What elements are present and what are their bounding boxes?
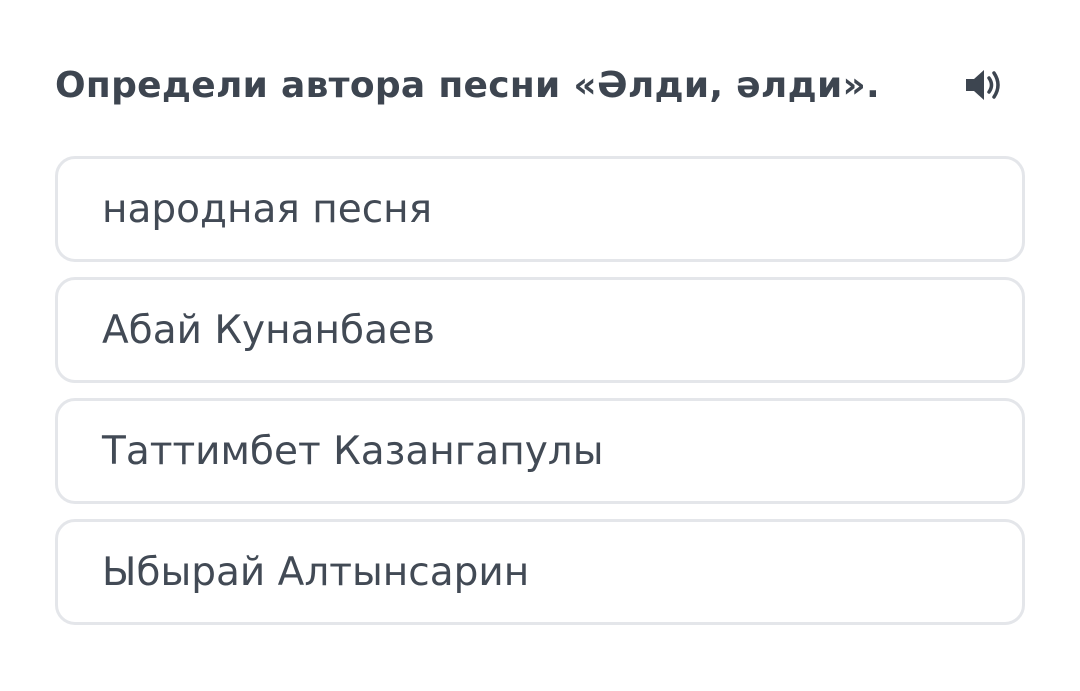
- question-text: Определи автора песни «Әлди, әлди».: [55, 64, 881, 106]
- answer-option-label: Абай Кунанбаев: [102, 307, 435, 353]
- speaker-volume-icon[interactable]: [964, 66, 1008, 104]
- speaker-volume-icon-graphic: [966, 70, 1000, 100]
- answer-option[interactable]: Таттимбет Казангапулы: [55, 398, 1025, 504]
- question-header: Определи автора песни «Әлди, әлди».: [55, 56, 1025, 114]
- answer-option-label: Ыбырай Алтынсарин: [102, 549, 530, 595]
- answer-option[interactable]: Ыбырай Алтынсарин: [55, 519, 1025, 625]
- answer-option-label: Таттимбет Казангапулы: [102, 428, 604, 474]
- answer-option[interactable]: народная песня: [55, 156, 1025, 262]
- answer-option[interactable]: Абай Кунанбаев: [55, 277, 1025, 383]
- answer-option-label: народная песня: [102, 186, 433, 232]
- answer-options-list: народная песня Абай Кунанбаев Таттимбет …: [55, 156, 1025, 640]
